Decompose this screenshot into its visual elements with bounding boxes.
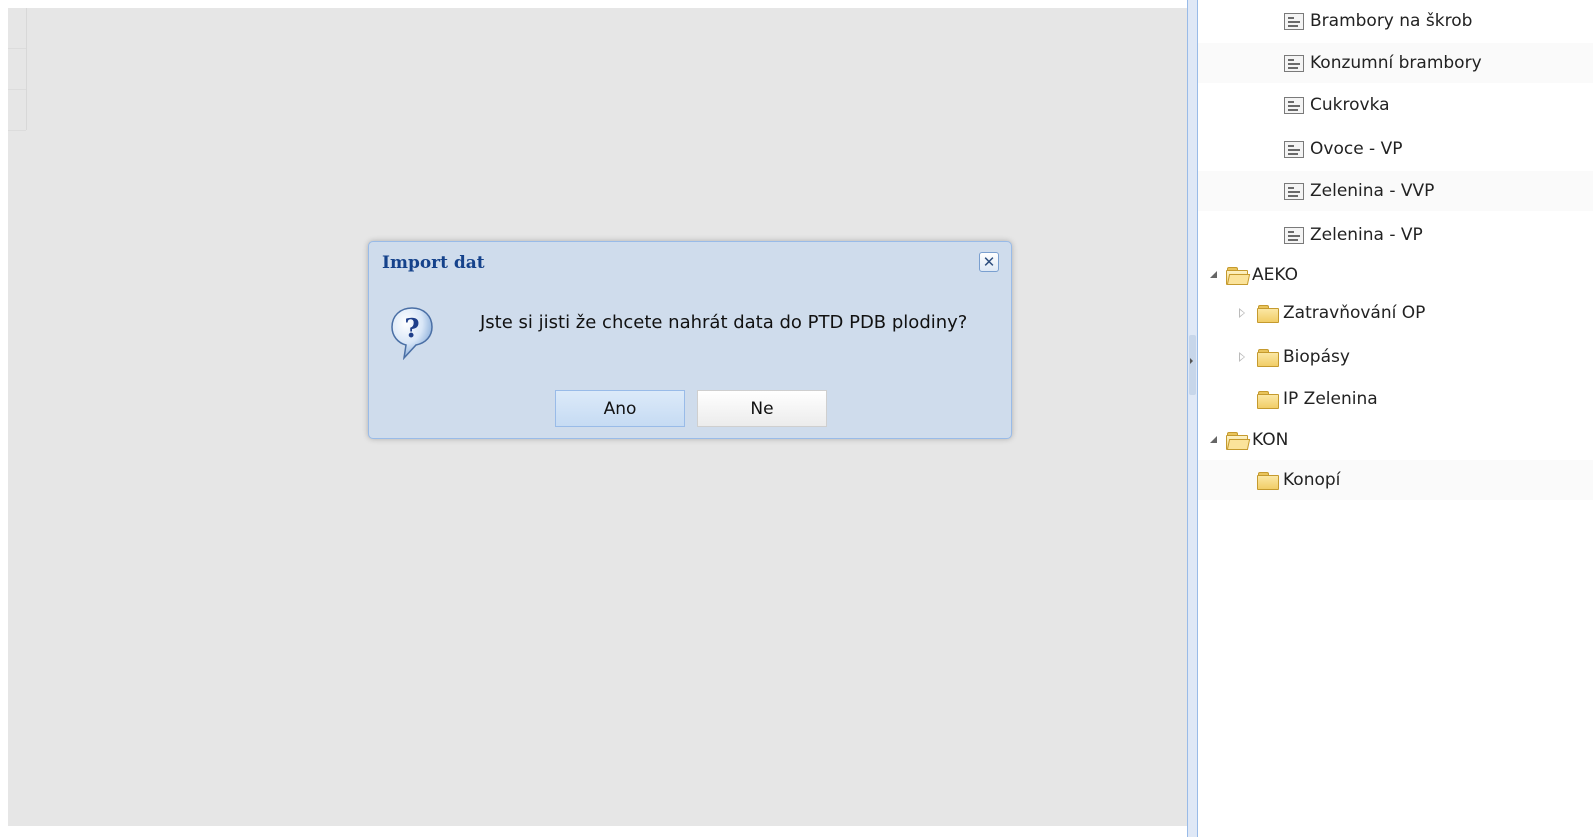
tree-item-label: IP Zelenina xyxy=(1283,389,1378,409)
document-icon xyxy=(1284,54,1304,72)
dialog-title: Import dat xyxy=(382,253,485,273)
document-icon xyxy=(1284,96,1304,114)
expanded-arrow-icon[interactable] xyxy=(1208,434,1220,446)
collapsed-arrow-icon[interactable] xyxy=(1236,307,1248,319)
tree-item-label: Brambory na škrob xyxy=(1310,11,1473,31)
no-button[interactable]: Ne xyxy=(697,390,827,427)
document-icon xyxy=(1284,12,1304,30)
tree-item-folder[interactable]: Biopásy xyxy=(1198,337,1593,377)
tree-item-folder[interactable]: Konopí xyxy=(1198,460,1593,500)
panel-splitter[interactable] xyxy=(1187,0,1198,837)
yes-button[interactable]: Ano xyxy=(555,390,685,427)
tree-item[interactable]: Ovoce - VP xyxy=(1198,129,1593,169)
tree-item-label: Cukrovka xyxy=(1310,95,1390,115)
grid-stub-row xyxy=(8,49,26,90)
tree-item-label: Zatravňování OP xyxy=(1283,303,1426,323)
tree-item[interactable]: Zelenina - VP xyxy=(1198,215,1593,255)
svg-text:?: ? xyxy=(404,314,419,344)
splitter-handle[interactable] xyxy=(1189,335,1196,395)
tree-item-label: AEKO xyxy=(1252,265,1298,285)
tree-item-label: Konopí xyxy=(1283,470,1341,490)
document-icon xyxy=(1284,140,1304,158)
tree-item-label: Konzumní brambory xyxy=(1310,53,1482,73)
dialog-message: Jste si jisti že chcete nahrát data do P… xyxy=(480,312,968,333)
document-icon xyxy=(1284,182,1304,200)
tree-item-label: KON xyxy=(1252,430,1289,450)
grid-stub-row xyxy=(8,8,26,49)
bottom-strip xyxy=(8,826,1187,837)
folder-open-icon xyxy=(1226,266,1251,285)
tree-item[interactable]: Brambory na škrob xyxy=(1198,1,1593,41)
tree-item[interactable]: Konzumní brambory xyxy=(1198,43,1593,83)
tree-item[interactable]: Cukrovka xyxy=(1198,85,1593,125)
app-window: Brambory na škrob Konzumní brambory Cukr… xyxy=(0,0,1593,837)
import-dialog: Import dat ✕ ? Jste si jisti že chcete n… xyxy=(368,241,1012,439)
grid-stub-row xyxy=(8,90,26,131)
question-icon: ? xyxy=(391,307,433,360)
grid-stub xyxy=(8,8,27,131)
tree-item-folder[interactable]: KON xyxy=(1198,420,1578,460)
tree-item-folder[interactable]: IP Zelenina xyxy=(1198,379,1593,419)
folder-icon xyxy=(1257,304,1279,323)
folder-open-icon xyxy=(1226,431,1251,450)
collapse-arrow-icon[interactable] xyxy=(1190,358,1193,364)
close-icon[interactable]: ✕ xyxy=(979,252,999,272)
tree-item-label: Zelenina - VP xyxy=(1310,225,1423,245)
folder-icon xyxy=(1257,390,1279,409)
tree-item-label: Ovoce - VP xyxy=(1310,139,1403,159)
tree-item-label: Biopásy xyxy=(1283,347,1350,367)
folder-icon xyxy=(1257,348,1279,367)
tree-item[interactable]: Zelenina - VVP xyxy=(1198,171,1593,211)
document-icon xyxy=(1284,226,1304,244)
collapsed-arrow-icon[interactable] xyxy=(1236,351,1248,363)
folder-icon xyxy=(1257,471,1279,490)
expanded-arrow-icon[interactable] xyxy=(1208,269,1220,281)
tree-panel: Brambory na škrob Konzumní brambory Cukr… xyxy=(1198,0,1593,837)
tree-item-folder[interactable]: AEKO xyxy=(1198,255,1578,295)
left-edge xyxy=(0,0,8,837)
tree-item-label: Zelenina - VVP xyxy=(1310,181,1435,201)
tree-item-folder[interactable]: Zatravňování OP xyxy=(1198,293,1593,333)
